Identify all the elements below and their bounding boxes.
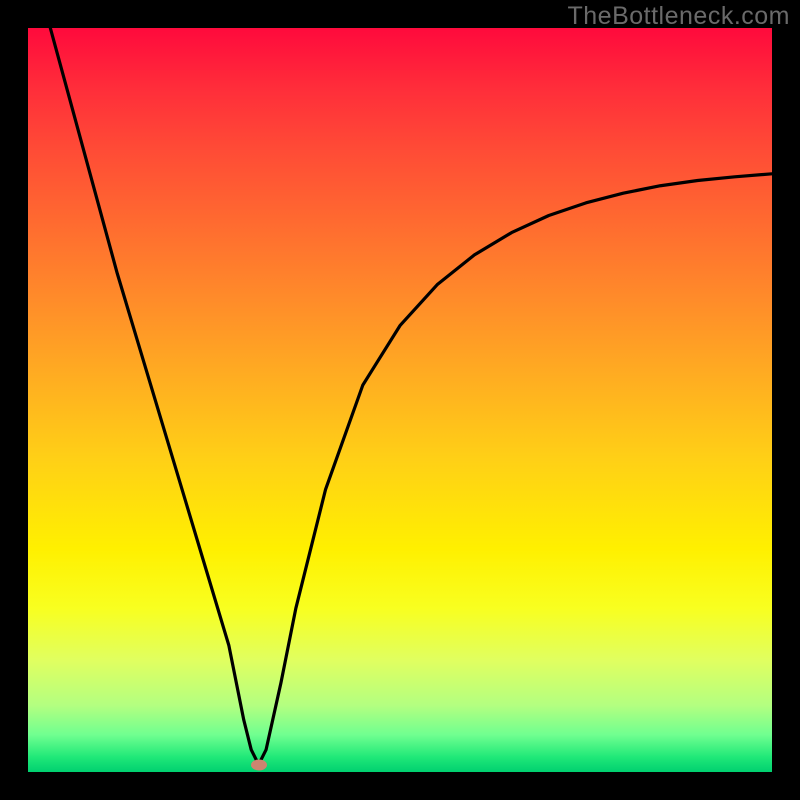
optimal-point-marker	[251, 759, 267, 770]
bottleneck-curve-path	[50, 28, 772, 765]
watermark-text: TheBottleneck.com	[568, 2, 791, 31]
plot-area	[28, 28, 772, 772]
curve-svg	[28, 28, 772, 772]
chart-frame: TheBottleneck.com	[0, 0, 800, 800]
